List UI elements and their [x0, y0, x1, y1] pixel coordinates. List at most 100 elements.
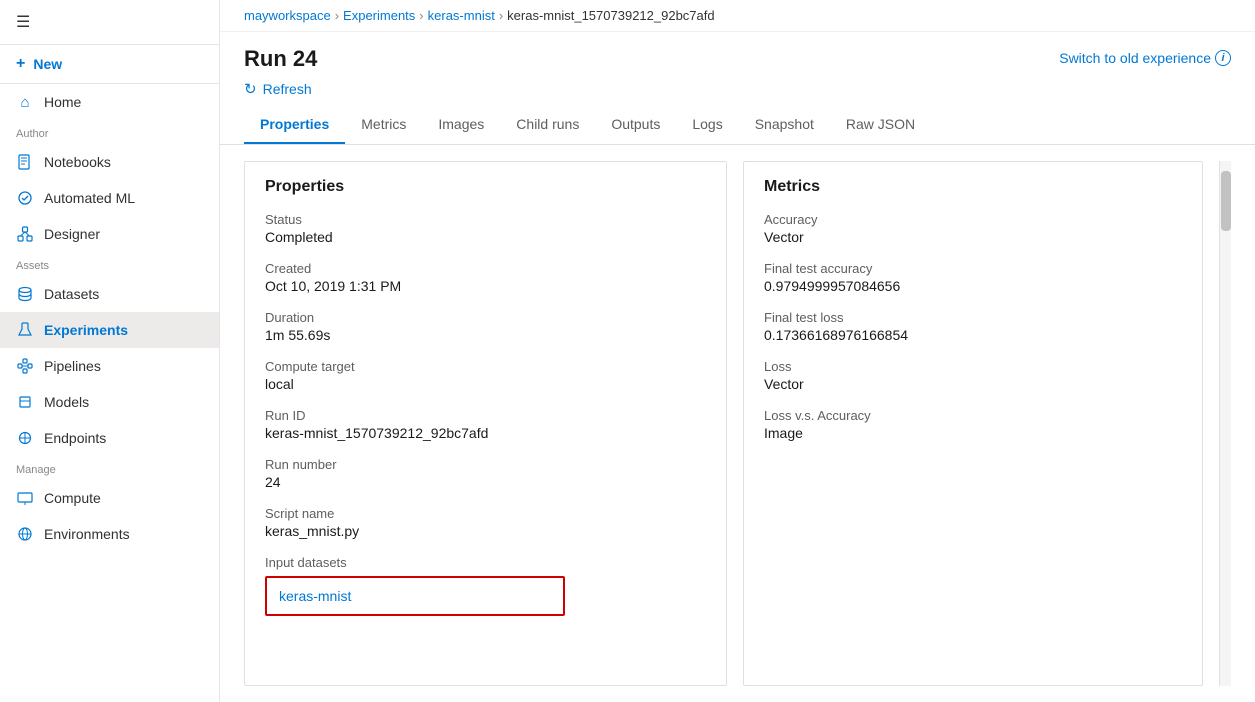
page-title: Run 24 — [244, 46, 317, 72]
prop-run-number: Run number 24 — [265, 457, 706, 490]
metric-accuracy-label: Accuracy — [764, 212, 1182, 227]
breadcrumb-keras-mnist[interactable]: keras-mnist — [428, 8, 495, 23]
prop-run-id: Run ID keras-mnist_1570739212_92bc7afd — [265, 408, 706, 441]
prop-run-number-label: Run number — [265, 457, 706, 472]
metric-final-test-loss-value: 0.17366168976166854 — [764, 327, 1182, 343]
home-icon: ⌂ — [16, 93, 34, 111]
prop-run-id-label: Run ID — [265, 408, 706, 423]
sidebar-item-models[interactable]: Models — [0, 384, 219, 420]
metrics-panel-title: Metrics — [764, 178, 1182, 196]
prop-created-label: Created — [265, 261, 706, 276]
breadcrumb: mayworkspace › Experiments › keras-mnist… — [220, 0, 1255, 32]
new-button[interactable]: + New — [0, 45, 219, 84]
sidebar-item-label: Pipelines — [44, 358, 101, 374]
sidebar-item-label: Notebooks — [44, 154, 111, 170]
automated-ml-icon — [16, 189, 34, 207]
properties-panel: Properties Status Completed Created Oct … — [244, 161, 727, 686]
properties-panel-title: Properties — [265, 178, 706, 196]
prop-script-label: Script name — [265, 506, 706, 521]
breadcrumb-sep-2: › — [419, 8, 423, 23]
breadcrumb-sep-3: › — [499, 8, 503, 23]
designer-icon — [16, 225, 34, 243]
sidebar-item-endpoints[interactable]: Endpoints — [0, 420, 219, 456]
sidebar-item-compute[interactable]: Compute — [0, 480, 219, 516]
metric-accuracy-value: Vector — [764, 229, 1182, 245]
metric-final-test-loss: Final test loss 0.17366168976166854 — [764, 310, 1182, 343]
refresh-label: Refresh — [263, 81, 312, 97]
prop-compute-label: Compute target — [265, 359, 706, 374]
prop-run-number-value: 24 — [265, 474, 706, 490]
tab-logs[interactable]: Logs — [676, 106, 738, 144]
main-content: mayworkspace › Experiments › keras-mnist… — [220, 0, 1255, 702]
sidebar-item-home[interactable]: ⌂ Home — [0, 84, 219, 120]
sidebar-item-datasets[interactable]: Datasets — [0, 276, 219, 312]
metric-loss: Loss Vector — [764, 359, 1182, 392]
prop-input-datasets: Input datasets keras-mnist — [265, 555, 706, 616]
prop-script-value: keras_mnist.py — [265, 523, 706, 539]
prop-status: Status Completed — [265, 212, 706, 245]
prop-duration: Duration 1m 55.69s — [265, 310, 706, 343]
environments-icon — [16, 525, 34, 543]
hamburger-icon[interactable]: ☰ — [16, 12, 30, 32]
compute-icon — [16, 489, 34, 507]
prop-duration-value: 1m 55.69s — [265, 327, 706, 343]
sidebar-item-environments[interactable]: Environments — [0, 516, 219, 552]
breadcrumb-experiments[interactable]: Experiments — [343, 8, 415, 23]
sidebar-section-manage: Manage — [0, 456, 219, 480]
metric-final-test-accuracy: Final test accuracy 0.9794999957084656 — [764, 261, 1182, 294]
sidebar-item-label: Datasets — [44, 286, 99, 302]
prop-compute-value: local — [265, 376, 706, 392]
switch-to-experience-link[interactable]: Switch to old experience i — [1059, 50, 1231, 66]
metric-loss-vs-accuracy-label: Loss v.s. Accuracy — [764, 408, 1182, 423]
tabs-bar: Properties Metrics Images Child runs Out… — [220, 106, 1255, 145]
sidebar-item-label: Environments — [44, 526, 130, 542]
scrollbar-thumb[interactable] — [1221, 171, 1231, 231]
tab-properties[interactable]: Properties — [244, 106, 345, 144]
sidebar-item-experiments[interactable]: Experiments — [0, 312, 219, 348]
pipelines-icon — [16, 357, 34, 375]
breadcrumb-mayworkspace[interactable]: mayworkspace — [244, 8, 331, 23]
sidebar-section-assets: Assets — [0, 252, 219, 276]
sidebar: ☰ + New ⌂ Home Author Notebooks Automate… — [0, 0, 220, 702]
tab-metrics[interactable]: Metrics — [345, 106, 422, 144]
metric-loss-value: Vector — [764, 376, 1182, 392]
metric-loss-vs-accuracy: Loss v.s. Accuracy Image — [764, 408, 1182, 441]
refresh-icon: ↻ — [244, 80, 257, 98]
breadcrumb-current: keras-mnist_1570739212_92bc7afd — [507, 8, 714, 23]
metric-final-test-accuracy-value: 0.9794999957084656 — [764, 278, 1182, 294]
sidebar-item-automated-ml[interactable]: Automated ML — [0, 180, 219, 216]
input-datasets-link[interactable]: keras-mnist — [279, 588, 351, 604]
endpoints-icon — [16, 429, 34, 447]
sidebar-item-pipelines[interactable]: Pipelines — [0, 348, 219, 384]
info-icon: i — [1215, 50, 1231, 66]
metric-final-test-accuracy-label: Final test accuracy — [764, 261, 1182, 276]
tab-child-runs[interactable]: Child runs — [500, 106, 595, 144]
metric-loss-label: Loss — [764, 359, 1182, 374]
prop-created-value: Oct 10, 2019 1:31 PM — [265, 278, 706, 294]
prop-compute-target: Compute target local — [265, 359, 706, 392]
refresh-button[interactable]: ↻ Refresh — [244, 80, 312, 98]
prop-duration-label: Duration — [265, 310, 706, 325]
tab-outputs[interactable]: Outputs — [595, 106, 676, 144]
sidebar-item-label: Automated ML — [44, 190, 135, 206]
prop-status-label: Status — [265, 212, 706, 227]
sidebar-item-label: Models — [44, 394, 89, 410]
sidebar-item-designer[interactable]: Designer — [0, 216, 219, 252]
page-header: Run 24 Switch to old experience i — [220, 32, 1255, 72]
sidebar-item-notebooks[interactable]: Notebooks — [0, 144, 219, 180]
sidebar-item-label: Experiments — [44, 322, 128, 338]
breadcrumb-sep-1: › — [335, 8, 339, 23]
prop-run-id-value: keras-mnist_1570739212_92bc7afd — [265, 425, 706, 441]
prop-script-name: Script name keras_mnist.py — [265, 506, 706, 539]
sidebar-section-author: Author — [0, 120, 219, 144]
switch-link-label: Switch to old experience — [1059, 50, 1211, 66]
datasets-icon — [16, 285, 34, 303]
tab-images[interactable]: Images — [422, 106, 500, 144]
tab-raw-json[interactable]: Raw JSON — [830, 106, 931, 144]
prop-input-datasets-label: Input datasets — [265, 555, 706, 570]
scrollbar-track[interactable] — [1219, 161, 1231, 686]
tab-snapshot[interactable]: Snapshot — [739, 106, 830, 144]
new-label: New — [33, 56, 62, 72]
metric-final-test-loss-label: Final test loss — [764, 310, 1182, 325]
content-area: Properties Status Completed Created Oct … — [220, 145, 1255, 702]
